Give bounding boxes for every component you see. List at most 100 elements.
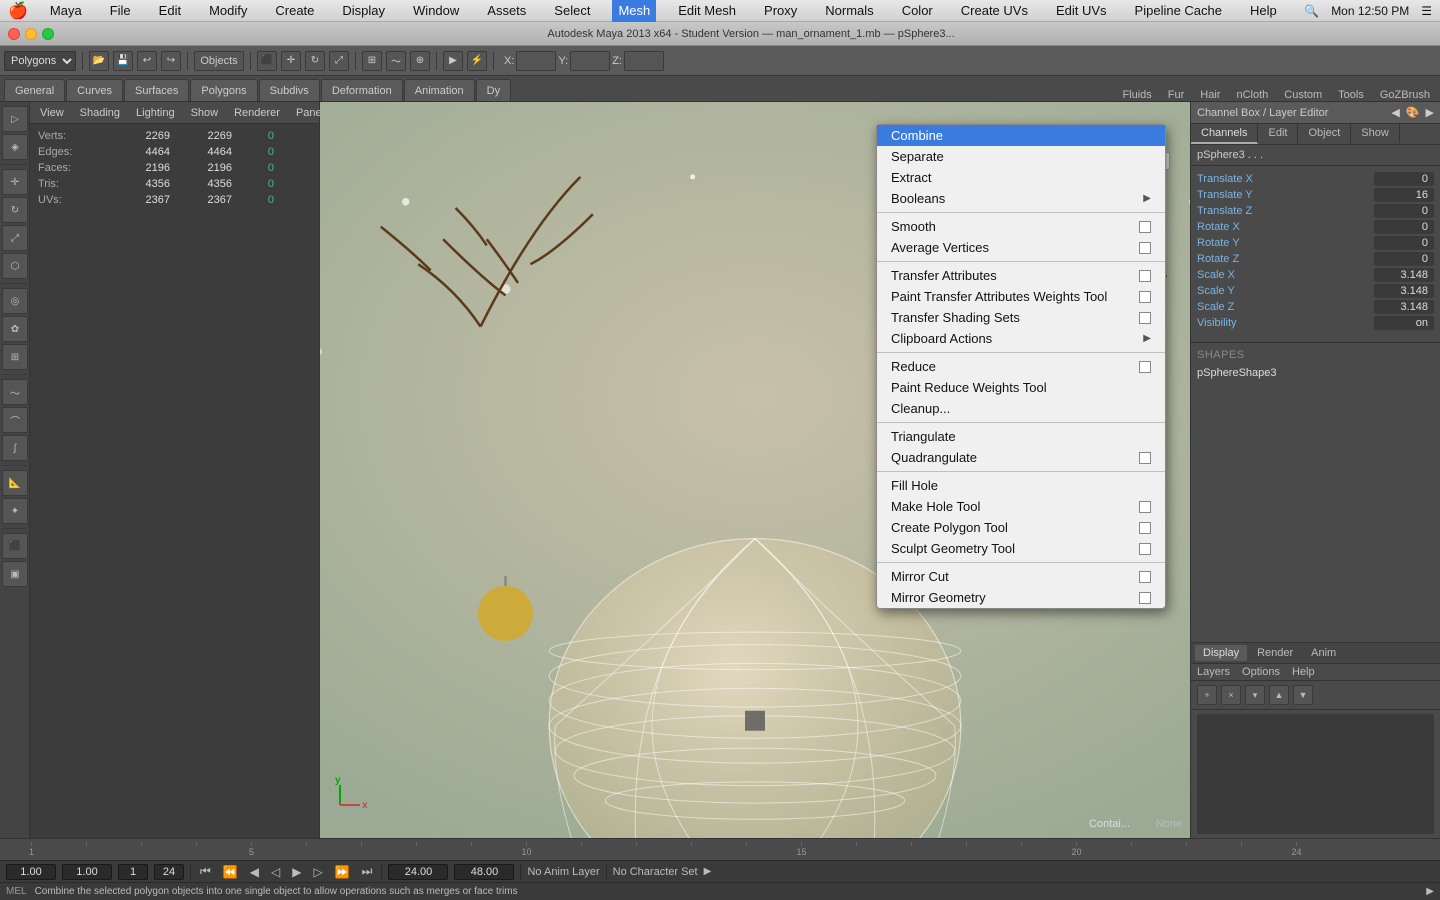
dropdown-item-sculpt-geometry-tool[interactable]: Sculpt Geometry Tool (877, 538, 1165, 559)
option-box-quadrangulate[interactable] (1139, 452, 1151, 464)
rotate-tool-lt[interactable]: ↻ (2, 197, 28, 223)
minimize-button[interactable] (25, 28, 37, 40)
show-menu[interactable]: Show (187, 107, 223, 119)
menu-edit-mesh[interactable]: Edit Mesh (672, 0, 742, 22)
new-layer-button[interactable]: + (1197, 685, 1217, 705)
dropdown-item-reduce[interactable]: Reduce (877, 356, 1165, 377)
display-tab[interactable]: Display (1195, 645, 1247, 661)
dropdown-item-smooth[interactable]: Smooth (877, 216, 1165, 237)
bezier-button[interactable]: ∫ (2, 435, 28, 461)
help-btn[interactable]: Help (1292, 666, 1315, 678)
timeline[interactable]: 1 5 10 15 20 24 (0, 838, 1440, 860)
rp-next-button[interactable]: ▶ (1426, 106, 1434, 119)
ipr-render-button[interactable]: ⚡ (467, 51, 487, 71)
option-box-mirror-cut[interactable] (1139, 571, 1151, 583)
window-controls[interactable] (8, 28, 54, 40)
menu-normals[interactable]: Normals (819, 0, 879, 22)
dropdown-item-triangulate[interactable]: Triangulate (877, 426, 1165, 447)
menu-pipeline-cache[interactable]: Pipeline Cache (1129, 0, 1228, 22)
objects-label[interactable]: Objects (194, 51, 244, 71)
snap-curve-button[interactable]: 〜 (386, 51, 406, 71)
y-field[interactable] (570, 51, 610, 71)
dropdown-item-transfer-shading-sets[interactable]: Transfer Shading Sets (877, 307, 1165, 328)
dropdown-item-mirror-geometry[interactable]: Mirror Geometry (877, 587, 1165, 608)
show-tab[interactable]: Show (1351, 124, 1400, 144)
step-back-button[interactable]: ⏪ (220, 865, 241, 879)
option-box-make-hole-tool[interactable] (1139, 501, 1151, 513)
edit-tab[interactable]: Edit (1258, 124, 1298, 144)
object-tab[interactable]: Object (1298, 124, 1351, 144)
delete-layer-button[interactable]: × (1221, 685, 1241, 705)
move-tool-button[interactable]: ✛ (281, 51, 301, 71)
channel-rotate-y[interactable]: Rotate Y 0 (1197, 236, 1434, 250)
tab-fluids[interactable]: Fluids (1116, 89, 1157, 101)
tab-custom[interactable]: Custom (1278, 89, 1328, 101)
rotate-tool-button[interactable]: ↻ (305, 51, 325, 71)
tab-subdivs[interactable]: Subdivs (259, 79, 320, 101)
channel-scale-y[interactable]: Scale Y 3.148 (1197, 284, 1434, 298)
play-back-button[interactable]: ◁ (268, 865, 283, 879)
tab-gozbrush[interactable]: GoZBrush (1374, 89, 1436, 101)
soft-mod-button[interactable]: ◎ (2, 288, 28, 314)
scale-tool-lt[interactable]: ⤢ (2, 225, 28, 251)
close-button[interactable] (8, 28, 20, 40)
menu-proxy[interactable]: Proxy (758, 0, 803, 22)
end-frame-field[interactable]: 24.00 (388, 864, 448, 880)
tab-dynamics[interactable]: Dy (476, 79, 511, 101)
x-field[interactable] (516, 51, 556, 71)
play-fwd-button[interactable]: ▶ (289, 865, 304, 879)
channel-scale-x[interactable]: Scale X 3.148 (1197, 268, 1434, 282)
tab-deformation[interactable]: Deformation (321, 79, 403, 101)
tab-tools[interactable]: Tools (1332, 89, 1370, 101)
dropdown-item-extract[interactable]: Extract (877, 167, 1165, 188)
rp-color-button[interactable]: 🎨 (1406, 106, 1420, 119)
menu-file[interactable]: File (104, 0, 137, 22)
maximize-button[interactable] (42, 28, 54, 40)
option-box-transfer-attributes[interactable] (1139, 270, 1151, 282)
shading-menu[interactable]: Shading (76, 107, 124, 119)
dropdown-item-combine[interactable]: Combine (877, 125, 1165, 146)
viewport[interactable]: FRONT x y Contai... None CombineSeparate… (320, 102, 1190, 838)
option-box-mirror-geometry[interactable] (1139, 592, 1151, 604)
dropdown-item-paint-transfer-attributes-weights-tool[interactable]: Paint Transfer Attributes Weights Tool (877, 286, 1165, 307)
select-tool-button[interactable]: ⬛ (257, 51, 277, 71)
dropdown-item-transfer-attributes[interactable]: Transfer Attributes (877, 265, 1165, 286)
option-box-sculpt-geometry-tool[interactable] (1139, 543, 1151, 555)
option-box-transfer-shading-sets[interactable] (1139, 312, 1151, 324)
mesh-menu-dropdown[interactable]: CombineSeparateExtractBooleans▶SmoothAve… (876, 124, 1166, 609)
view-menu[interactable]: View (36, 107, 68, 119)
char-set-arrow[interactable]: ▶ (704, 866, 712, 877)
tab-ncloth[interactable]: nCloth (1230, 89, 1274, 101)
menu-edit-uvs[interactable]: Edit UVs (1050, 0, 1113, 22)
locator-button[interactable]: ✦ (2, 498, 28, 524)
jump-start-button[interactable]: ⏮ (197, 864, 214, 879)
end-frame2-field[interactable]: 48.00 (454, 864, 514, 880)
channel-rotate-z[interactable]: Rotate Z 0 (1197, 252, 1434, 266)
layer-up-button[interactable]: ▲ (1269, 685, 1289, 705)
tab-surfaces[interactable]: Surfaces (124, 79, 189, 101)
search-icon[interactable]: 🔍 (1304, 4, 1319, 18)
option-box-smooth[interactable] (1139, 221, 1151, 233)
channel-translate-z[interactable]: Translate Z 0 (1197, 204, 1434, 218)
dropdown-item-quadrangulate[interactable]: Quadrangulate (877, 447, 1165, 468)
current-frame-field[interactable]: 1.00 (62, 864, 112, 880)
menu-create[interactable]: Create (269, 0, 320, 22)
menu-window[interactable]: Window (407, 0, 465, 22)
start-frame-field[interactable]: 1.00 (6, 864, 56, 880)
menu-create-uvs[interactable]: Create UVs (955, 0, 1034, 22)
channel-translate-x[interactable]: Translate X 0 (1197, 172, 1434, 186)
option-box-average-vertices[interactable] (1139, 242, 1151, 254)
dropdown-item-mirror-cut[interactable]: Mirror Cut (877, 566, 1165, 587)
menu-mesh[interactable]: Mesh (612, 0, 656, 22)
snap-grid-button[interactable]: ⊞ (362, 51, 382, 71)
menu-display[interactable]: Display (336, 0, 391, 22)
layer-options-button[interactable]: ▾ (1245, 685, 1265, 705)
frame-counter[interactable]: 1 (118, 864, 148, 880)
rp-prev-button[interactable]: ◀ (1391, 106, 1399, 119)
apple-menu[interactable]: 🍎 (8, 1, 28, 21)
redo-button[interactable]: ↪ (161, 51, 181, 71)
shape-item[interactable]: pSphereShape3 (1197, 365, 1434, 381)
mel-label[interactable]: MEL (6, 886, 27, 897)
paint-select-button[interactable]: ◈ (2, 134, 28, 160)
step-fwd-button[interactable]: ⏩ (332, 865, 353, 879)
